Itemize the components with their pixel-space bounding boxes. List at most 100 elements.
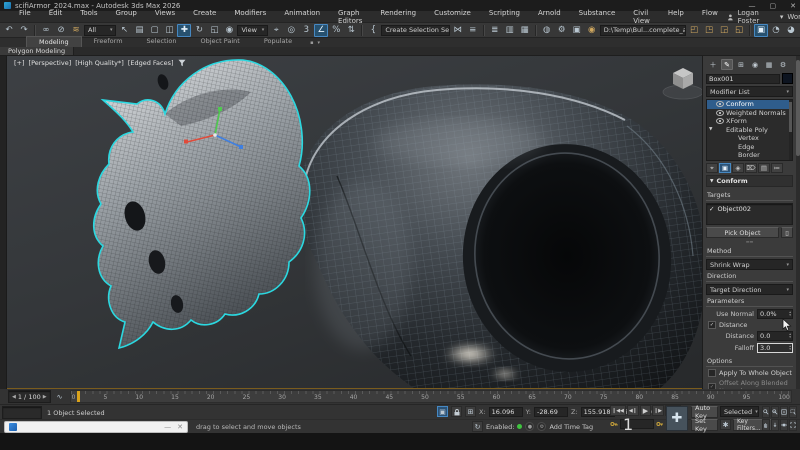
default-tangents-button[interactable]: ✱ xyxy=(720,419,731,430)
next-frame-button[interactable]: ❙▶ xyxy=(652,405,664,416)
angle-snap-button[interactable]: ∠ xyxy=(314,24,328,37)
set-key-button[interactable]: Set Key xyxy=(691,419,718,431)
rollout-grip[interactable]: ▬▬ xyxy=(706,240,793,244)
render-preview-toggle-button[interactable]: ▣ xyxy=(754,24,768,37)
scene-canvas[interactable] xyxy=(7,56,703,389)
select-by-name-button[interactable]: ▤ xyxy=(132,24,146,37)
align-button[interactable]: ≡ xyxy=(466,24,480,37)
reference-coordinate-dropdown[interactable]: View ▾ xyxy=(237,25,268,36)
target-list-item[interactable]: ✓ Object002 xyxy=(709,205,790,213)
select-and-place-button[interactable]: ◉ xyxy=(222,24,236,37)
snaps-toggle-button[interactable]: 3 xyxy=(299,24,313,37)
use-pivot-point-button[interactable]: ⌖ xyxy=(269,24,283,37)
toggle-ribbon-button[interactable]: ▥ xyxy=(503,24,517,37)
select-object-button[interactable]: ↖ xyxy=(117,24,131,37)
key-mode-icon[interactable] xyxy=(610,420,618,428)
mini-listener[interactable] xyxy=(2,406,42,419)
modifier-stack-item[interactable]: ▼ Editable Poly xyxy=(707,126,792,135)
material-editor-button[interactable]: ◍ xyxy=(540,24,554,37)
pick-object-button[interactable]: Pick Object xyxy=(706,227,779,238)
open-scene-button[interactable]: ◱ xyxy=(732,24,746,37)
selection-filter-dropdown[interactable]: All ▾ xyxy=(84,25,116,36)
unlink-button[interactable]: ⊘ xyxy=(54,24,68,37)
viewport-pov-menu[interactable]: [Perspective] xyxy=(29,59,72,67)
select-and-move-button[interactable]: ✚ xyxy=(177,24,191,37)
maximize-viewport-icon[interactable] xyxy=(789,419,797,431)
window-crossing-button[interactable]: ◫ xyxy=(162,24,176,37)
object-color-swatch[interactable] xyxy=(782,73,793,84)
modifier-stack-item[interactable]: Edge xyxy=(707,143,792,152)
redo-button[interactable]: ↷ xyxy=(17,24,31,37)
recorder-overlay-window[interactable]: — ✕ xyxy=(4,421,188,433)
ribbon-minimize-icon[interactable]: ▾ xyxy=(317,40,320,46)
pin-stack-button[interactable]: ⌖ xyxy=(706,163,718,173)
zoom-all-icon[interactable] xyxy=(771,406,779,418)
orbit-icon[interactable] xyxy=(780,419,788,431)
modify-tab[interactable]: ✎ xyxy=(721,59,733,70)
overlay-close-button[interactable]: ✕ xyxy=(177,423,183,431)
filter-icon[interactable] xyxy=(178,59,186,67)
object-name-field[interactable]: Box001 xyxy=(706,74,780,84)
project-path-dropdown[interactable]: D:\Temp\Bul...complete_ava ▾ xyxy=(600,25,686,36)
display-tab[interactable]: ▦ xyxy=(763,59,775,70)
mini-curve-editor-button[interactable]: ∿ xyxy=(54,391,66,402)
arnold-lights-button[interactable]: ◔ xyxy=(769,24,783,37)
modifier-menu-button[interactable]: ≔ xyxy=(771,163,783,173)
mute-toggle[interactable]: ● xyxy=(525,422,534,431)
physical-camera-button[interactable]: ◕ xyxy=(784,24,798,37)
viewport-edged-faces-menu[interactable]: [Edged Faces] xyxy=(128,59,174,67)
ribbon-tab[interactable]: Selection xyxy=(135,36,189,47)
transform-typein-toggle[interactable]: ⊞ xyxy=(465,406,476,417)
import-button[interactable]: ◰ xyxy=(687,24,701,37)
zoom-icon[interactable] xyxy=(762,406,770,418)
show-end-result-button[interactable]: ▣ xyxy=(719,163,731,173)
direction-dropdown[interactable]: Target Direction ▾ xyxy=(706,284,793,295)
use-selection-center-button[interactable]: ◎ xyxy=(284,24,298,37)
render-setup-button[interactable]: ⚙ xyxy=(555,24,569,37)
bind-spacewarp-button[interactable]: ≋ xyxy=(69,24,83,37)
make-unique-button[interactable]: ◈ xyxy=(732,163,744,173)
apply-whole-object-row[interactable]: Apply To Whole Object xyxy=(708,369,793,377)
add-time-tag[interactable]: Add Time Tag xyxy=(549,423,593,431)
checkbox-checked-icon[interactable]: ✓ xyxy=(708,321,716,329)
spinner-snap-button[interactable]: ⇅ xyxy=(344,24,358,37)
ribbon-tab[interactable]: Freeform xyxy=(82,36,135,47)
time-slider[interactable]: 0510152025303540455055606570758085909510… xyxy=(70,390,792,403)
render-button[interactable]: ◉ xyxy=(585,24,599,37)
viewport-shading-menu[interactable]: [High Quality*] xyxy=(75,59,124,67)
modifier-stack-item[interactable]: Border xyxy=(707,151,792,160)
checkbox-unchecked-icon[interactable] xyxy=(708,369,716,377)
current-frame-field[interactable]: 1 xyxy=(620,419,654,429)
expand-icon[interactable]: ▼ xyxy=(709,127,714,132)
set-key-large-button[interactable]: ✚ xyxy=(666,406,688,431)
selection-lock-toggle[interactable] xyxy=(451,406,462,417)
rect-selection-region-button[interactable]: ▢ xyxy=(147,24,161,37)
command-panel-scrollbar[interactable] xyxy=(796,56,800,389)
ribbon-tab[interactable]: Populate xyxy=(252,36,304,47)
method-dropdown[interactable]: Shrink Wrap ▾ xyxy=(706,259,793,270)
mirror-button[interactable]: ⋈ xyxy=(451,24,465,37)
walk-through-icon[interactable] xyxy=(771,419,779,431)
overlay-minimize-button[interactable]: — xyxy=(164,423,171,431)
next-frame-arrow[interactable]: ▶ xyxy=(43,394,47,400)
modifier-stack-item[interactable]: XForm xyxy=(707,117,792,126)
play-button[interactable]: ▶ xyxy=(640,405,651,416)
visibility-eye-icon[interactable] xyxy=(716,101,724,107)
modifier-list-dropdown[interactable]: Modifier List ▾ xyxy=(706,86,793,97)
named-selection-dropdown[interactable]: Create Selection Se ▾ xyxy=(381,25,449,36)
remove-modifier-button[interactable]: ⌦ xyxy=(745,163,757,173)
zoom-region-icon[interactable] xyxy=(789,406,797,418)
perspective-viewport[interactable]: [+] [Perspective] [High Quality*] [Edged… xyxy=(7,56,703,389)
conform-rollout-header[interactable]: ▼ Conform xyxy=(706,175,793,187)
viewport-general-menu[interactable]: [+] xyxy=(14,59,25,67)
layer-manager-button[interactable]: ≣ xyxy=(488,24,502,37)
export-button[interactable]: ◳ xyxy=(702,24,716,37)
ribbon-tab[interactable]: Object Paint xyxy=(189,36,252,47)
pick-list-button[interactable]: ▯ xyxy=(781,227,793,238)
modifier-stack-item[interactable]: Conform xyxy=(707,100,792,109)
modifier-stack-item[interactable]: Vertex xyxy=(707,134,792,143)
key-icon[interactable] xyxy=(656,420,664,428)
skull-object[interactable] xyxy=(94,60,310,348)
visibility-eye-icon[interactable] xyxy=(716,110,724,116)
select-and-scale-button[interactable]: ◱ xyxy=(207,24,221,37)
